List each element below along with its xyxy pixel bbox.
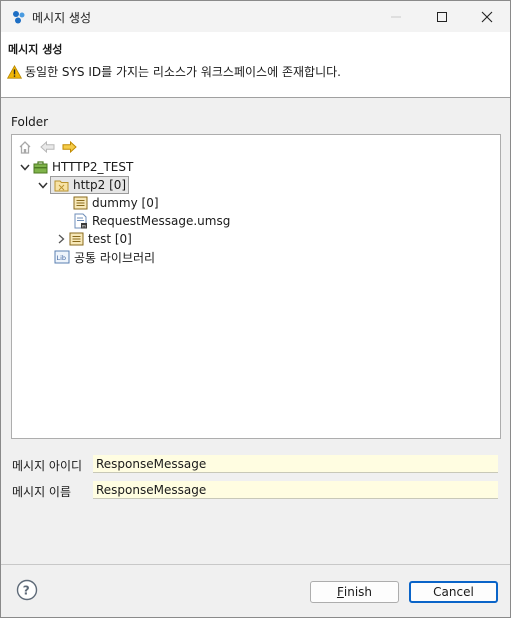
maximize-icon bbox=[437, 11, 447, 22]
svg-text:?: ? bbox=[23, 584, 30, 598]
tree-item-request-message[interactable]: m RequestMessage.umsg bbox=[72, 212, 230, 230]
home-icon[interactable] bbox=[16, 138, 34, 156]
tree-item-label: HTTTP2_TEST bbox=[52, 160, 134, 174]
dialog-header: 메시지 생성 동일한 SYS ID를 가지는 리소스가 워크스페이스에 존재합니… bbox=[1, 32, 510, 98]
tree-item-folder-http2[interactable]: http2 [0] bbox=[36, 176, 130, 194]
minimize-button[interactable] bbox=[373, 1, 419, 32]
project-icon bbox=[32, 159, 48, 175]
help-icon[interactable]: ? bbox=[16, 579, 38, 601]
finish-mnemonic: F bbox=[336, 585, 344, 599]
chevron-down-icon[interactable] bbox=[18, 160, 32, 174]
message-id-label: 메시지 아이디 bbox=[12, 459, 83, 473]
tree-item-label: http2 [0] bbox=[73, 178, 127, 192]
dialog-window: 메시지 생성 메시지 생성 동일한 SYS ID를 가지는 리소스가 워크스페이… bbox=[0, 0, 511, 618]
app-logo-icon bbox=[13, 11, 25, 24]
message-name-label: 메시지 이름 bbox=[12, 485, 72, 499]
tree-item-label: 공통 라이브러리 bbox=[74, 250, 156, 265]
svg-text:m: m bbox=[82, 224, 86, 229]
forward-icon[interactable] bbox=[60, 138, 78, 156]
warning-text: 동일한 SYS ID를 가지는 리소스가 워크스페이스에 존재합니다. bbox=[25, 65, 341, 79]
cancel-button[interactable]: Cancel bbox=[409, 581, 498, 603]
message-id-input[interactable] bbox=[93, 455, 498, 473]
tree-item-dummy[interactable]: dummy [0] bbox=[72, 194, 159, 212]
tree-item-label: test [0] bbox=[88, 232, 132, 246]
chevron-right-icon[interactable] bbox=[54, 232, 68, 246]
selected-item[interactable]: http2 [0] bbox=[50, 176, 130, 194]
warning-message: 동일한 SYS ID를 가지는 리소스가 워크스페이스에 존재합니다. bbox=[7, 63, 341, 80]
back-icon[interactable] bbox=[38, 138, 56, 156]
close-button[interactable] bbox=[464, 1, 510, 32]
close-icon bbox=[481, 11, 493, 22]
finish-label: inish bbox=[343, 585, 373, 599]
svg-text:Lib: Lib bbox=[57, 254, 67, 262]
finish-button[interactable]: Finish bbox=[310, 581, 399, 603]
folder-tree[interactable]: HTTTP2_TEST http2 [0] dummy [0] m Reques… bbox=[11, 134, 501, 439]
tree-item-label: dummy [0] bbox=[92, 196, 159, 210]
maximize-button[interactable] bbox=[419, 1, 465, 32]
message-folder-icon bbox=[68, 231, 84, 247]
tree-toolbar bbox=[16, 138, 78, 156]
tree-item-test[interactable]: test [0] bbox=[54, 230, 132, 248]
divider bbox=[1, 564, 510, 565]
message-name-input[interactable] bbox=[93, 481, 498, 499]
tree-item-common-library[interactable]: Lib 공통 라이브러리 bbox=[54, 248, 155, 266]
tree-item-project[interactable]: HTTTP2_TEST bbox=[18, 158, 133, 176]
folder-icon bbox=[53, 177, 69, 193]
chevron-down-icon[interactable] bbox=[36, 178, 50, 192]
title-bar[interactable]: 메시지 생성 bbox=[1, 1, 510, 32]
warning-icon bbox=[7, 64, 22, 79]
header-title: 메시지 생성 bbox=[8, 43, 63, 56]
window-title: 메시지 생성 bbox=[32, 11, 92, 25]
message-file-icon: m bbox=[72, 213, 88, 229]
tree-item-label: RequestMessage.umsg bbox=[92, 214, 231, 228]
message-folder-icon bbox=[72, 195, 88, 211]
folder-label: Folder bbox=[11, 115, 49, 129]
minimize-icon bbox=[391, 16, 401, 17]
library-icon: Lib bbox=[54, 249, 70, 265]
